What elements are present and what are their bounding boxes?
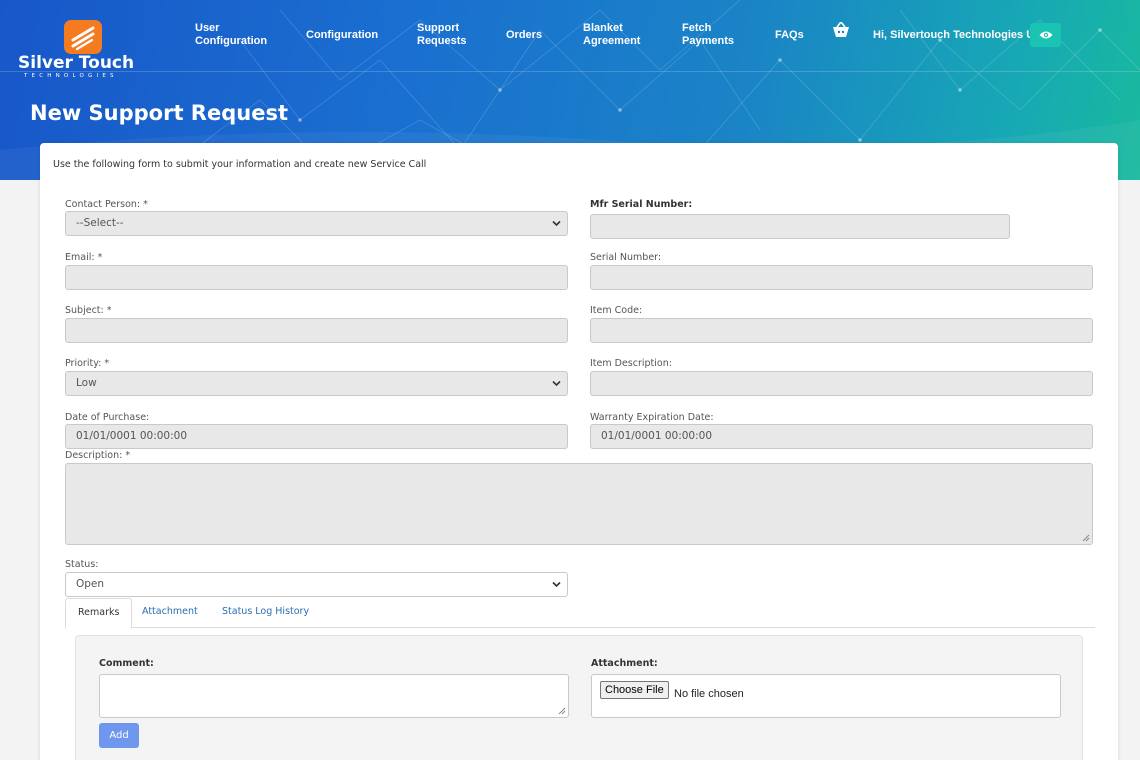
status-value: Open: [76, 578, 105, 590]
nav-label-line1: Fetch: [682, 22, 712, 34]
nav-label-line2: Configuration: [195, 35, 268, 47]
comment-textarea[interactable]: [99, 674, 569, 718]
comment-label: Comment:: [99, 658, 154, 669]
add-button[interactable]: Add: [99, 723, 139, 748]
nav-label-line1: Orders: [506, 29, 543, 41]
nav-label-line1: Support: [417, 22, 460, 34]
nav-support-requests[interactable]: Support Requests: [417, 22, 467, 48]
brand-name: Silver Touch: [18, 53, 135, 73]
priority-value: Low: [76, 377, 97, 389]
eye-icon: [1039, 31, 1052, 39]
item-description-label: Item Description:: [590, 358, 672, 369]
resize-handle-icon[interactable]: [558, 707, 566, 715]
nav-label-line1: User: [195, 22, 220, 34]
item-code-input[interactable]: [590, 318, 1093, 343]
detail-tabs: Remarks Attachment Status Log History: [65, 598, 1095, 629]
nav-configuration[interactable]: Configuration: [306, 29, 378, 42]
chevron-down-icon: [552, 220, 561, 227]
tab-status-log-history[interactable]: Status Log History: [210, 598, 321, 628]
nav-user-configuration[interactable]: User Configuration: [195, 22, 267, 48]
mfr-serial-label: Mfr Serial Number:: [590, 199, 693, 210]
nav-label-line1: Configuration: [306, 29, 379, 41]
chevron-down-icon: [552, 581, 561, 588]
item-description-input[interactable]: [590, 371, 1093, 396]
support-request-form: Use the following form to submit your in…: [40, 143, 1118, 760]
status-label: Status:: [65, 559, 99, 570]
toggle-view-button[interactable]: [1030, 23, 1061, 47]
date-of-purchase-label: Date of Purchase:: [65, 412, 150, 423]
nav-blanket-agreement[interactable]: Blanket Agreement: [583, 22, 640, 48]
tab-attachment[interactable]: Attachment: [130, 598, 210, 628]
resize-handle-icon[interactable]: [1082, 534, 1090, 542]
nav-label-line2: Agreement: [583, 35, 641, 47]
serial-number-input[interactable]: [590, 265, 1093, 290]
page-title: New Support Request: [30, 101, 288, 125]
date-of-purchase-input[interactable]: 01/01/0001 00:00:00: [65, 424, 568, 449]
user-greeting[interactable]: Hi, Silvertouch Technologies UK: [873, 29, 1042, 41]
description-textarea[interactable]: [65, 463, 1093, 545]
brand-tagline: TECHNOLOGIES: [24, 73, 118, 79]
serial-number-label: Serial Number:: [590, 252, 662, 263]
description-label: Description: *: [65, 450, 131, 461]
email-label: Email: *: [65, 252, 103, 263]
nav-label-line1: Blanket: [583, 22, 623, 34]
item-code-label: Item Code:: [590, 305, 643, 316]
subject-label: Subject: *: [65, 305, 112, 316]
contact-person-label: Contact Person: *: [65, 199, 148, 210]
email-input[interactable]: [65, 265, 568, 290]
priority-select[interactable]: Low: [65, 371, 568, 396]
status-select[interactable]: Open: [65, 572, 568, 597]
nav-faqs[interactable]: FAQs: [775, 29, 804, 42]
file-upload-field: Choose File No file chosen: [591, 674, 1061, 718]
nav-label-line1: FAQs: [775, 29, 804, 41]
form-intro: Use the following form to submit your in…: [53, 159, 427, 170]
subject-input[interactable]: [65, 318, 568, 343]
nav-label-line2: Payments: [682, 35, 734, 47]
brand-logo[interactable]: Silver Touch TECHNOLOGIES: [18, 20, 148, 79]
chevron-down-icon: [552, 380, 561, 387]
nav-orders[interactable]: Orders: [506, 29, 542, 42]
nav-fetch-payments[interactable]: Fetch Payments: [682, 22, 734, 48]
silver-touch-logo-icon: [64, 20, 102, 54]
remarks-panel: Comment: Attachment: Choose File No file…: [75, 635, 1083, 760]
warranty-expiration-label: Warranty Expiration Date:: [590, 412, 714, 423]
nav-label-line2: Requests: [417, 35, 467, 47]
tab-remarks[interactable]: Remarks: [65, 598, 133, 629]
top-navigation: Silver Touch TECHNOLOGIES User Configura…: [0, 0, 1140, 79]
priority-label: Priority: *: [65, 358, 110, 369]
contact-person-select[interactable]: --Select--: [65, 211, 568, 236]
no-file-text: No file chosen: [674, 688, 744, 700]
attachment-label: Attachment:: [591, 658, 658, 669]
warranty-expiration-input[interactable]: 01/01/0001 00:00:00: [590, 424, 1093, 449]
cart-icon[interactable]: [832, 22, 850, 38]
contact-person-value: --Select--: [76, 217, 124, 229]
choose-file-button[interactable]: Choose File: [600, 681, 669, 699]
mfr-serial-input[interactable]: [590, 214, 1010, 239]
